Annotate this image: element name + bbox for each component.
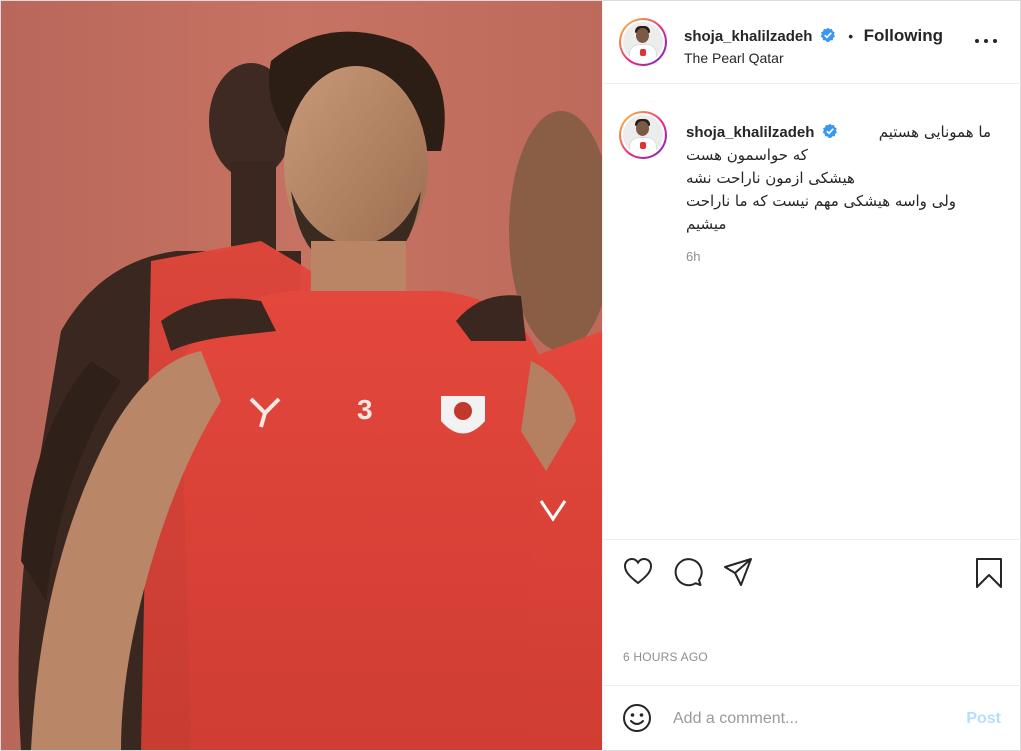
verified-badge-icon bbox=[822, 123, 837, 138]
jersey-number: 3 bbox=[357, 394, 373, 425]
caption-username-link[interactable]: shoja_khalilzadeh bbox=[686, 124, 814, 141]
comment-icon[interactable] bbox=[673, 557, 703, 587]
caption: shoja_khalilzadeh ما همونایی هستیم که حو… bbox=[686, 121, 991, 236]
post-photo-illustration: 3 bbox=[1, 1, 602, 750]
caption-line: ولی واسه هیشکی مهم نیست که ما ناراحت bbox=[686, 192, 957, 210]
caption-line: میشیم bbox=[686, 215, 727, 233]
post-side-panel: shoja_khalilzadeh • Following The Pearl … bbox=[602, 1, 1021, 750]
heart-icon[interactable] bbox=[623, 557, 653, 585]
caption-first-line: shoja_khalilzadeh ما همونایی هستیم bbox=[686, 121, 991, 144]
more-options-icon[interactable] bbox=[975, 34, 997, 48]
action-bar: 6 HOURS AGO bbox=[603, 539, 1021, 685]
caption-area: shoja_khalilzadeh ما همونایی هستیم که حو… bbox=[603, 84, 1021, 539]
location-link[interactable]: The Pearl Qatar bbox=[684, 50, 784, 66]
caption-avatar[interactable] bbox=[619, 111, 667, 159]
comment-bar: Post bbox=[603, 685, 1021, 750]
post-timestamp[interactable]: 6 HOURS AGO bbox=[623, 650, 708, 664]
avatar[interactable] bbox=[619, 18, 667, 66]
caption-line: که حواسمون هست bbox=[686, 146, 808, 164]
bookmark-icon[interactable] bbox=[975, 557, 1003, 589]
caption-line: ما همونایی هستیم bbox=[878, 123, 991, 141]
separator-dot: • bbox=[848, 28, 854, 44]
post-comment-button[interactable]: Post bbox=[966, 710, 1001, 728]
caption-relative-time[interactable]: 6h bbox=[686, 249, 700, 264]
caption-line: هیشکی ازمون ناراحت نشه bbox=[686, 169, 855, 187]
instagram-post: 3 shoja_khalilzadeh • Following The Pear… bbox=[0, 0, 1021, 751]
header-line: shoja_khalilzadeh • Following bbox=[684, 26, 943, 46]
following-button[interactable]: Following bbox=[864, 26, 943, 45]
emoji-icon[interactable] bbox=[622, 703, 652, 733]
post-photo[interactable]: 3 bbox=[1, 1, 602, 750]
post-header: shoja_khalilzadeh • Following The Pearl … bbox=[603, 1, 1021, 84]
username-link[interactable]: shoja_khalilzadeh bbox=[684, 28, 812, 45]
share-icon[interactable] bbox=[723, 557, 753, 587]
comment-input[interactable] bbox=[673, 706, 953, 732]
verified-badge-icon bbox=[820, 27, 835, 42]
